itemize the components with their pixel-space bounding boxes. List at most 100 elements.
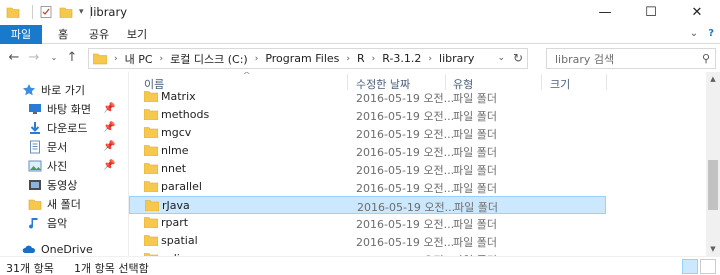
file-name: nnet — [161, 162, 187, 175]
details-view-button[interactable] — [682, 259, 698, 274]
file-row[interactable]: mgcv 2016-05-19 오전... 파일 폴더 — [129, 124, 606, 142]
file-row[interactable]: nlme 2016-05-19 오전... 파일 폴더 — [129, 142, 606, 160]
nav-desktop[interactable]: 바탕 화면 📌 — [0, 99, 128, 118]
file-type: 파일 폴더 — [453, 164, 497, 177]
star-icon — [23, 83, 35, 95]
file-date: 2016-05-19 오전... — [356, 110, 455, 123]
column-divider[interactable] — [606, 74, 607, 90]
file-date: 2016-05-19 오전... — [356, 164, 455, 177]
scroll-down-icon[interactable]: ▼ — [706, 242, 720, 256]
nav-label: 다운로드 — [47, 121, 88, 135]
breadcrumb-r-version[interactable]: R-3.1.2 — [382, 52, 421, 65]
file-row[interactable]: spatial 2016-05-19 오전... 파일 폴더 — [129, 232, 606, 250]
breadcrumb-chevron-icon[interactable]: › — [346, 54, 350, 64]
file-type: 파일 폴더 — [453, 182, 497, 195]
tab-view[interactable]: 보기 — [122, 25, 152, 44]
search-icon[interactable]: ⚲ — [697, 52, 715, 65]
file-name: methods — [161, 108, 210, 121]
file-name: parallel — [161, 180, 202, 193]
file-list: ^ 이름 수정한 날짜 유형 크기 Matrix 2016-05-19 오전...… — [129, 72, 706, 256]
nav-videos[interactable]: 동영상 — [0, 175, 128, 194]
file-row[interactable]: rJava 2016-05-19 오전... 파일 폴더 — [129, 196, 606, 214]
pin-icon[interactable]: 📌 — [103, 122, 115, 133]
title-bar: ▾ library — ☐ ✕ — [0, 0, 720, 25]
folder-icon — [144, 235, 158, 246]
nav-label: 음악 — [47, 216, 68, 230]
pin-icon[interactable]: 📌 — [103, 103, 115, 114]
file-date: 2016-05-19 오전... — [356, 92, 455, 105]
maximize-button[interactable]: ☐ — [628, 0, 674, 25]
scrollbar-thumb[interactable] — [708, 160, 718, 210]
tab-file[interactable]: 파일 — [0, 25, 42, 44]
breadcrumb-chevron-icon[interactable]: › — [160, 54, 164, 64]
navigation-row: ← → ⌄ ↑ › 내 PC › 로컬 디스크 (C:) › Program F… — [0, 45, 720, 72]
breadcrumb-local-disk[interactable]: 로컬 디스크 (C:) — [170, 51, 248, 67]
nav-label: 바로 가기 — [41, 83, 85, 97]
close-button[interactable]: ✕ — [674, 0, 720, 25]
file-row[interactable]: Matrix 2016-05-19 오전... 파일 폴더 — [129, 88, 606, 106]
folder-icon — [144, 109, 158, 120]
file-row[interactable]: methods 2016-05-19 오전... 파일 폴더 — [129, 106, 606, 124]
file-row[interactable]: nnet 2016-05-19 오전... 파일 폴더 — [129, 160, 606, 178]
folder-icon — [144, 127, 158, 138]
nav-onedrive[interactable]: OneDrive — [0, 240, 128, 256]
file-type: 파일 폴더 — [453, 110, 497, 123]
nav-label: 사진 — [47, 159, 68, 173]
folder-icon — [144, 145, 158, 156]
navigation-pane: 바로 가기 바탕 화면 📌 다운로드 📌 문서 📌 사진 📌 동영상 새 폴더 … — [0, 72, 128, 256]
vertical-scrollbar[interactable]: ▲ ▼ — [706, 72, 720, 256]
document-icon — [30, 140, 40, 153]
video-icon — [29, 179, 41, 190]
recent-locations-icon[interactable]: ⌄ — [46, 50, 62, 66]
breadcrumb-chevron-icon[interactable]: › — [255, 54, 259, 64]
large-icons-view-button[interactable] — [700, 259, 716, 274]
file-name: rpart — [161, 216, 189, 229]
nav-label: 새 폴더 — [47, 197, 81, 211]
file-name: spatial — [161, 234, 198, 247]
help-icon[interactable]: ? — [708, 28, 714, 39]
nav-new-folder[interactable]: 새 폴더 — [0, 194, 128, 213]
file-row[interactable]: rpart 2016-05-19 오전... 파일 폴더 — [129, 214, 606, 232]
file-date: 2016-05-19 오전... — [356, 236, 455, 249]
breadcrumb-r[interactable]: R — [357, 52, 365, 65]
up-button[interactable]: ↑ — [64, 50, 80, 66]
tab-share[interactable]: 공유 — [84, 25, 114, 44]
file-row[interactable]: parallel 2016-05-19 오전... 파일 폴더 — [129, 178, 606, 196]
folder-icon — [6, 7, 20, 18]
address-bar[interactable]: › 내 PC › 로컬 디스크 (C:) › Program Files › R… — [88, 48, 528, 69]
expand-ribbon-icon[interactable]: ⌄ — [690, 28, 698, 39]
qat-dropdown-icon[interactable]: ▾ — [79, 7, 84, 17]
file-name: Matrix — [161, 90, 196, 103]
breadcrumb-library[interactable]: library — [439, 52, 474, 65]
forward-button[interactable]: → — [26, 50, 42, 66]
tab-home[interactable]: 홈 — [50, 25, 76, 44]
desktop-icon — [29, 103, 41, 114]
pin-icon[interactable]: 📌 — [103, 141, 115, 152]
breadcrumb-chevron-icon[interactable]: › — [114, 54, 118, 64]
nav-quick-access[interactable]: 바로 가기 — [0, 80, 128, 99]
search-input[interactable]: library 검색 — [547, 51, 697, 67]
back-button[interactable]: ← — [6, 50, 22, 66]
nav-downloads[interactable]: 다운로드 📌 — [0, 118, 128, 137]
nav-pictures[interactable]: 사진 📌 — [0, 156, 128, 175]
minimize-button[interactable]: — — [582, 0, 628, 25]
properties-icon[interactable] — [39, 5, 53, 19]
file-type: 파일 폴더 — [453, 146, 497, 159]
nav-label: 바탕 화면 — [47, 102, 91, 116]
breadcrumb-chevron-icon[interactable]: › — [372, 54, 376, 64]
nav-music[interactable]: 음악 — [0, 213, 128, 232]
scroll-up-icon[interactable]: ▲ — [706, 72, 720, 86]
folder-icon — [144, 91, 158, 102]
pin-icon[interactable]: 📌 — [103, 160, 115, 171]
new-folder-icon[interactable] — [59, 5, 73, 19]
pictures-icon — [28, 160, 42, 171]
nav-documents[interactable]: 문서 📌 — [0, 137, 128, 156]
address-dropdown-icon[interactable]: ⌄ — [497, 53, 505, 63]
refresh-icon[interactable]: ↻ — [513, 51, 523, 65]
search-box[interactable]: library 검색 ⚲ — [546, 48, 716, 69]
breadcrumb-chevron-icon[interactable]: › — [428, 54, 432, 64]
file-type: 파일 폴더 — [453, 236, 497, 249]
nav-label: OneDrive — [41, 243, 93, 256]
breadcrumb-this-pc[interactable]: 내 PC — [125, 51, 153, 67]
breadcrumb-program-files[interactable]: Program Files — [265, 52, 339, 65]
